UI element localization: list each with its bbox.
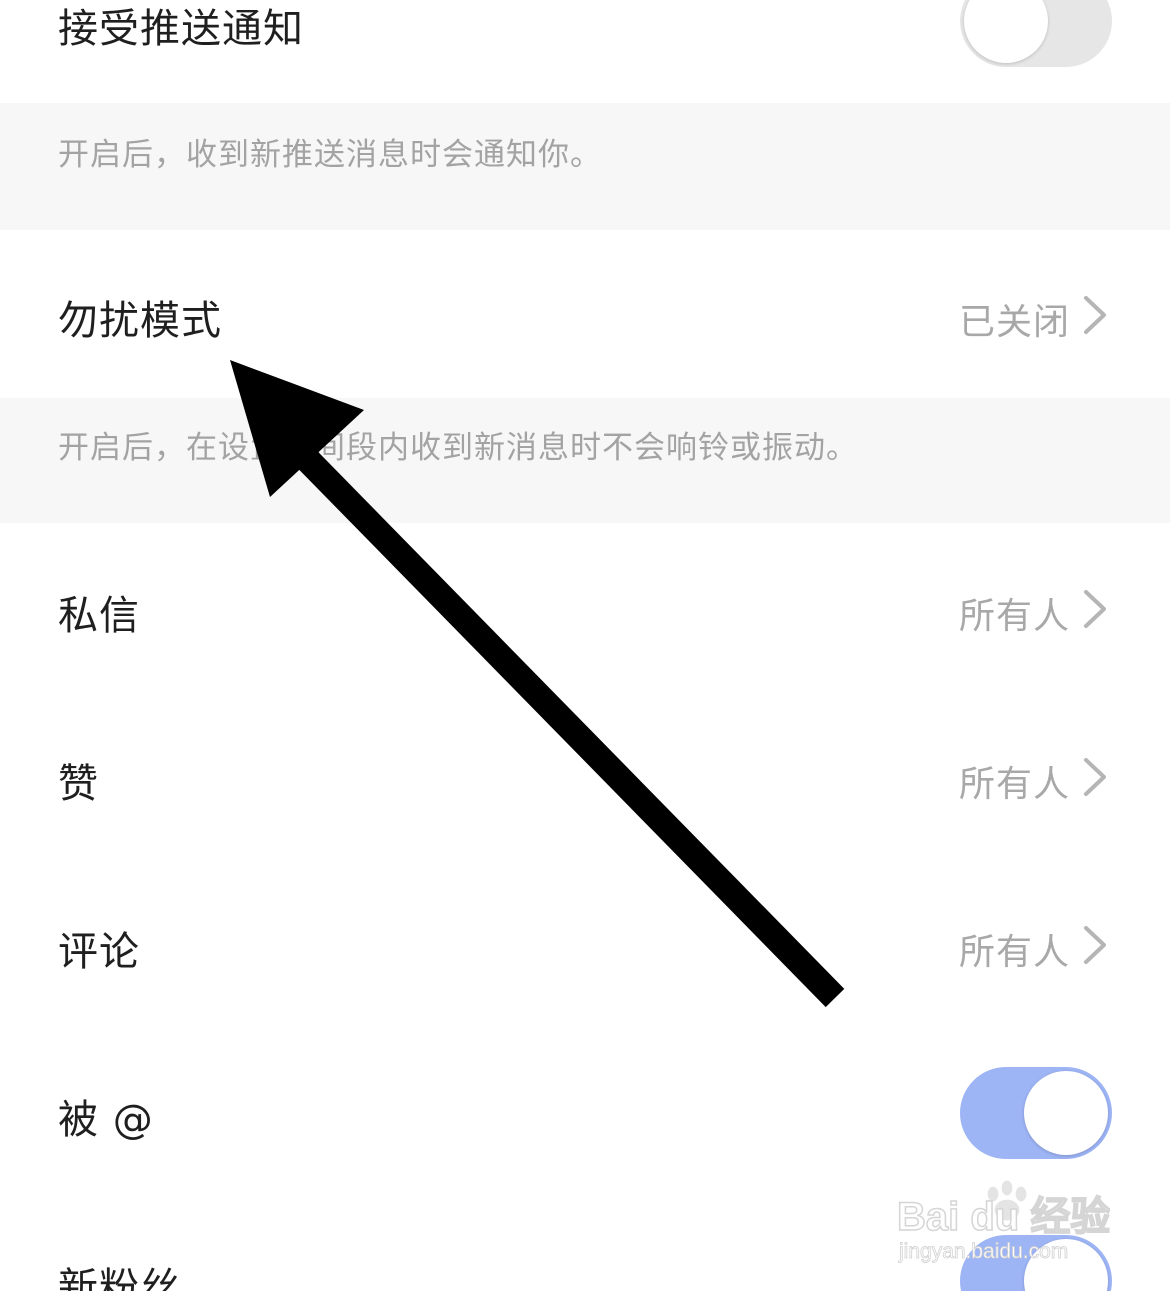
- chevron-right-icon: [1084, 590, 1106, 628]
- mentions-toggle[interactable]: [960, 1067, 1112, 1159]
- comments-row[interactable]: 评论 所有人: [0, 859, 1170, 1027]
- likes-label: 赞: [58, 761, 99, 807]
- followers-label: 新粉丝: [58, 1265, 181, 1291]
- push-notification-row[interactable]: 接受推送通知: [0, 0, 1170, 103]
- followers-toggle[interactable]: [960, 1235, 1112, 1291]
- chevron-right-icon: [1084, 926, 1106, 964]
- likes-row[interactable]: 赞 所有人: [0, 691, 1170, 859]
- followers-row[interactable]: 新粉丝: [0, 1195, 1170, 1291]
- dm-value: 所有人: [958, 596, 1070, 637]
- toggle-knob: [964, 0, 1048, 63]
- mentions-label: 被 @: [58, 1097, 154, 1143]
- likes-value: 所有人: [958, 764, 1070, 805]
- chevron-right-icon: [1084, 296, 1106, 334]
- push-notification-description: 开启后，收到新推送消息时会通知你。: [0, 103, 1170, 230]
- dm-row[interactable]: 私信 所有人: [0, 523, 1170, 691]
- comments-label: 评论: [58, 929, 140, 975]
- comments-value: 所有人: [958, 932, 1070, 973]
- mentions-row[interactable]: 被 @: [0, 1027, 1170, 1195]
- push-notification-label: 接受推送通知: [58, 6, 304, 52]
- dnd-description: 开启后，在设置时间段内收到新消息时不会响铃或振动。: [0, 398, 1170, 523]
- push-notification-toggle[interactable]: [960, 0, 1112, 67]
- dm-label: 私信: [58, 593, 140, 639]
- dnd-description-text: 开启后，在设置时间段内收到新消息时不会响铃或振动。: [58, 430, 858, 466]
- chevron-right-icon: [1084, 758, 1106, 796]
- dnd-label: 勿扰模式: [58, 298, 222, 344]
- dnd-row[interactable]: 勿扰模式 已关闭: [0, 230, 1170, 398]
- toggle-knob: [1024, 1239, 1108, 1291]
- toggle-knob: [1024, 1071, 1108, 1155]
- dnd-value: 已关闭: [958, 302, 1070, 343]
- notification-settings-page: 接受推送通知 开启后，收到新推送消息时会通知你。 勿扰模式 已关闭 开启后，在设…: [0, 0, 1170, 1291]
- push-notification-description-text: 开启后，收到新推送消息时会通知你。: [58, 137, 602, 173]
